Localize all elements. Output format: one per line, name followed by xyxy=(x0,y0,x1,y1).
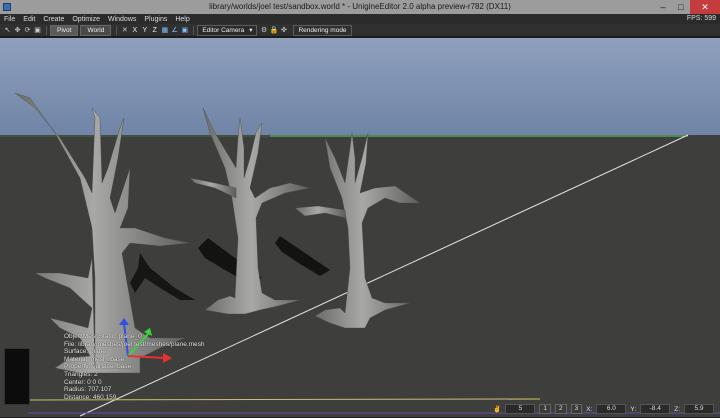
profiler-panel xyxy=(4,348,30,405)
snap-grid-icon[interactable]: ▦ xyxy=(160,26,169,35)
camera-select-value: Editor Camera xyxy=(202,26,245,34)
info-line: Triangles: 2 xyxy=(64,370,98,378)
gear-icon[interactable]: ⚙ xyxy=(259,26,268,35)
speed-preset-1[interactable]: 1 xyxy=(539,404,552,414)
sky xyxy=(0,38,720,136)
move-icon[interactable]: ✥ xyxy=(13,26,22,35)
window-title: library/worlds/joel test/sandbox.world *… xyxy=(209,2,511,11)
title-bar: library/worlds/joel test/sandbox.world *… xyxy=(0,0,720,14)
maximize-icon[interactable]: □ xyxy=(672,0,690,14)
speed-preset-3[interactable]: 3 xyxy=(570,404,583,414)
x-coordinate-field[interactable]: 6.0 xyxy=(596,404,627,414)
select-arrow-icon[interactable]: ↖ xyxy=(3,26,12,35)
info-line: Property: surface_base xyxy=(64,363,132,371)
toolbar: ↖ ✥ ⟳ ▣ Pivot World ✕ X Y Z ▦ ∠ ▣ Editor… xyxy=(0,24,720,37)
world-button[interactable]: World xyxy=(80,24,112,36)
info-line: Distance: 460.159 xyxy=(64,393,117,401)
menu-bar: File Edit Create Optimize Windows Plugin… xyxy=(0,14,720,24)
crosshair-icon[interactable]: ✜ xyxy=(279,26,288,35)
info-line: Radius: 707.107 xyxy=(64,386,112,394)
fps-counter: FPS: 599 xyxy=(686,15,716,22)
axis-x-button[interactable]: X xyxy=(130,26,139,35)
y-label: Y: xyxy=(630,405,637,413)
info-line: ObjectMeshStatic: plane_0 xyxy=(64,333,142,340)
menu-file[interactable]: File xyxy=(0,16,19,23)
z-coordinate-field[interactable]: 5.9 xyxy=(684,404,714,414)
camera-status-bar: ✌ 5 1 2 3 X: 6.0 Y: -8.4 Z: 5.9 xyxy=(493,404,714,414)
menu-windows[interactable]: Windows xyxy=(104,16,140,23)
pivot-button[interactable]: Pivot xyxy=(50,24,79,36)
menu-help[interactable]: Help xyxy=(171,16,193,23)
lock-icon[interactable]: 🔒 xyxy=(269,26,279,35)
menu-create[interactable]: Create xyxy=(39,16,68,23)
y-coordinate-field[interactable]: -8.4 xyxy=(640,404,671,414)
info-line: Surface: plane xyxy=(64,348,106,356)
toolbar-separator xyxy=(46,25,47,35)
camera-speed-field[interactable]: 5 xyxy=(505,404,536,414)
x-label: X: xyxy=(586,405,593,413)
toolbar-separator xyxy=(116,25,118,35)
close-icon[interactable]: ✕ xyxy=(690,0,720,14)
snap-scale-icon[interactable]: ▣ xyxy=(180,26,189,35)
toolbar-separator xyxy=(193,25,195,35)
axis-z-button[interactable]: Z xyxy=(150,26,159,35)
scene-viewport[interactable]: ObjectMeshStatic: plane_0 File: library/… xyxy=(0,38,720,417)
menu-plugins[interactable]: Plugins xyxy=(140,16,171,23)
rotate-icon[interactable]: ⟳ xyxy=(23,26,32,35)
camera-select[interactable]: Editor Camera ▾ xyxy=(197,24,258,36)
snap-angle-icon[interactable]: ∠ xyxy=(170,26,179,35)
chevron-down-icon: ▾ xyxy=(249,26,253,34)
axis-y-button[interactable]: Y xyxy=(140,26,149,35)
menu-optimize[interactable]: Optimize xyxy=(68,16,104,23)
menu-edit[interactable]: Edit xyxy=(19,16,39,23)
window-controls: – □ ✕ xyxy=(654,0,720,14)
speed-preset-2[interactable]: 2 xyxy=(555,404,567,414)
minimize-icon[interactable]: – xyxy=(654,0,672,14)
camera-speed-icon[interactable]: ✌ xyxy=(493,405,501,413)
snap-off-icon[interactable]: ✕ xyxy=(120,26,129,35)
object-info-overlay: ObjectMeshStatic: plane_0 File: library/… xyxy=(64,333,205,401)
rendering-mode-button[interactable]: Rendering mode xyxy=(293,24,352,36)
scale-icon[interactable]: ▣ xyxy=(33,26,42,35)
z-label: Z: xyxy=(674,405,680,413)
